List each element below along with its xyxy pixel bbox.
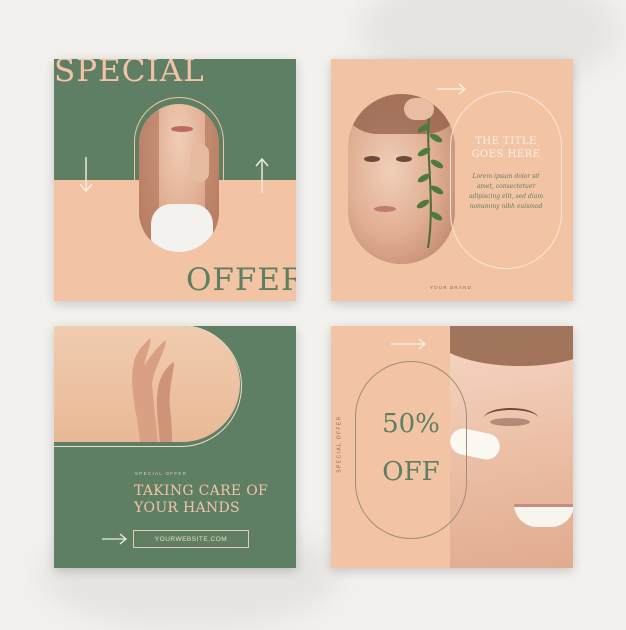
card3-headline-line1: TAKING CARE OF [134, 483, 268, 499]
card2-heading-line2: GOES HERE [471, 149, 541, 160]
card1-title-bottom: OFFER [186, 262, 296, 298]
arrow-up-icon [255, 157, 269, 193]
card2-heading-line1: THE TITLE [475, 136, 537, 147]
card4-vertical-text: SPECIAL OFFER [336, 415, 343, 473]
card2-body-line: amet, consectetuer [476, 183, 536, 190]
card4-off: OFF [382, 457, 440, 487]
arrow-down-icon [79, 157, 93, 193]
card2-body-line: nonummy nibh euismod [469, 203, 543, 210]
card2-brand: YOUR BRAND [429, 285, 472, 290]
card2-arch-outline [450, 91, 562, 269]
card2-body-line: Lorem ipsum dolor sit [472, 173, 540, 180]
card3-website-button[interactable]: YOURWEBSITE.COM [133, 530, 249, 548]
card-fifty-off: SPECIAL OFFER 50% OFF [331, 326, 573, 568]
card1-portrait-photo [139, 104, 219, 252]
card2-portrait-photo [348, 94, 455, 264]
arrow-right-icon [102, 533, 128, 545]
card4-face-photo [450, 326, 573, 568]
card4-arch-outline [355, 361, 467, 539]
arrow-right-icon [437, 83, 467, 95]
card-title-goes-here: THE TITLE GOES HERE Lorem ipsum dolor si… [331, 59, 573, 301]
card-taking-care: SPECIAL OFFER TAKING CARE OF YOUR HANDS … [54, 326, 296, 568]
card3-hands-photo [54, 326, 240, 442]
card3-eyebrow: SPECIAL OFFER [135, 471, 188, 476]
card2-body-line: adipiscing elit, sed diam [468, 193, 544, 200]
card4-percent: 50% [382, 409, 440, 439]
card-special-offer: SPECIAL OFFER [54, 59, 296, 301]
card3-website-label: YOURWEBSITE.COM [154, 535, 228, 543]
arrow-right-icon [391, 338, 427, 350]
card1-title-top: SPECIAL [54, 59, 205, 89]
card3-headline-line2: YOUR HANDS [134, 500, 240, 516]
